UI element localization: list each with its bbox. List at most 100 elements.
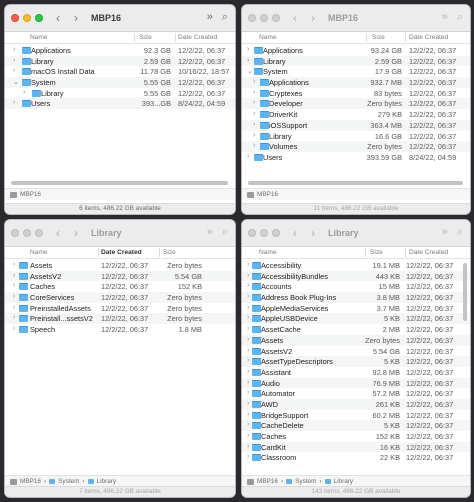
column-size-header[interactable]: Size xyxy=(139,34,152,41)
back-icon[interactable]: ‹ xyxy=(290,12,300,24)
file-row[interactable]: › AWD 261 KB 12/2/22, 06:37 xyxy=(242,398,470,410)
close-button[interactable] xyxy=(11,229,19,237)
finder-window-library-full[interactable]: ‹ › Library » ⌕ Name Size Date Created ›… xyxy=(241,219,471,498)
minimize-button[interactable] xyxy=(23,14,31,22)
disclosure-collapsed-icon[interactable]: › xyxy=(13,67,19,74)
minimize-button[interactable] xyxy=(260,229,268,237)
minimize-button[interactable] xyxy=(260,14,268,22)
disclosure-collapsed-icon[interactable]: › xyxy=(247,46,253,53)
file-row[interactable]: › Assets Zero bytes 12/2/22, 06:37 xyxy=(242,334,470,346)
disclosure-collapsed-icon[interactable]: › xyxy=(247,57,253,64)
file-row[interactable]: › CoreServices 12/2/22, 06:37 Zero bytes xyxy=(5,292,235,303)
disclosure-collapsed-icon[interactable]: › xyxy=(253,110,259,117)
file-row[interactable]: › Applications 932.7 MB 12/2/22, 06:37 xyxy=(242,77,470,88)
file-row[interactable]: › AppleMediaServices 3.7 MB 12/2/22, 06:37 xyxy=(242,303,470,314)
file-row[interactable]: › Audio 76.9 MB 12/2/22, 06:37 xyxy=(242,377,470,389)
column-size-header[interactable]: Size xyxy=(370,249,383,256)
file-row[interactable]: ⌄ System 5.55 GB 12/2/22, 06:37 xyxy=(5,77,235,88)
zoom-button[interactable] xyxy=(35,14,43,22)
file-row[interactable]: › Applications 92.3 GB 12/2/22, 06:37 xyxy=(5,45,235,56)
file-row[interactable]: › PreinstalledAssets 12/2/22, 06:37 Zero by… xyxy=(5,303,235,314)
file-row[interactable]: › Volumes Zero bytes 12/2/22, 06:37 xyxy=(242,141,470,152)
disclosure-collapsed-icon[interactable]: › xyxy=(13,46,19,53)
file-row[interactable]: › AppleUSBDevice 5 KB 12/2/22, 06:37 xyxy=(242,313,470,325)
path-item[interactable]: MBP16 xyxy=(20,478,41,485)
forward-icon[interactable]: › xyxy=(308,227,318,239)
column-name-header[interactable]: Name xyxy=(259,34,277,41)
forward-icon[interactable]: › xyxy=(308,12,318,24)
file-row[interactable]: › AssetsV2 5.54 GB 12/2/22, 06:37 xyxy=(242,346,470,357)
disclosure-collapsed-icon[interactable]: › xyxy=(253,89,259,96)
file-row[interactable]: › AssetsV2 12/2/22, 06:37 5.54 GB xyxy=(5,270,235,282)
file-row[interactable]: › Applications 93.24 GB 12/2/22, 06:37 xyxy=(242,45,470,56)
file-row[interactable]: › iOSSupport 363.4 MB 12/2/22, 06:37 xyxy=(242,119,470,131)
minimize-button[interactable] xyxy=(23,229,31,237)
path-item[interactable]: MBP16 xyxy=(257,478,278,485)
file-row[interactable]: › Users 393...GB 8/24/22, 04:59 xyxy=(5,98,235,110)
more-toolbar-icon[interactable]: » xyxy=(442,12,448,23)
horizontal-scrollbar[interactable] xyxy=(11,181,228,185)
disclosure-collapsed-icon[interactable]: › xyxy=(253,121,259,128)
more-toolbar-icon[interactable]: » xyxy=(207,12,213,23)
finder-window-system-library[interactable]: ‹ › Library » ⌕ Name Date Created Size ›… xyxy=(4,219,236,498)
column-name-header[interactable]: Name xyxy=(30,34,48,41)
file-row[interactable]: › Library 2.59 GB 12/2/22, 06:37 xyxy=(242,55,470,67)
file-row[interactable]: › macOS Install Data 11.78 GB 10/16/22, 18:… xyxy=(5,66,235,77)
search-icon[interactable]: ⌕ xyxy=(457,12,463,23)
file-row[interactable]: › Preinstall...ssetsV2 12/2/22, 06:37 Zero … xyxy=(5,313,235,325)
more-toolbar-icon[interactable]: » xyxy=(207,227,213,238)
file-row[interactable]: › Assistant 92.8 MB 12/2/22, 06:37 xyxy=(242,367,470,378)
disclosure-collapsed-icon[interactable]: › xyxy=(247,153,253,160)
file-row[interactable]: › Classroom 22 KB 12/2/22, 06:37 xyxy=(242,452,470,463)
back-icon[interactable]: ‹ xyxy=(290,227,300,239)
zoom-button[interactable] xyxy=(272,14,280,22)
more-toolbar-icon[interactable]: » xyxy=(442,227,448,238)
search-icon[interactable]: ⌕ xyxy=(222,12,228,23)
disclosure-collapsed-icon[interactable]: › xyxy=(253,99,259,106)
disclosure-collapsed-icon[interactable]: › xyxy=(23,89,29,96)
column-size-header[interactable]: Size xyxy=(163,249,176,256)
file-row[interactable]: › Speech 12/2/22, 06:37 1.8 MB xyxy=(5,324,235,335)
close-button[interactable] xyxy=(248,14,256,22)
file-row[interactable]: › Accessibility 19.1 MB 12/2/22, 06:37 xyxy=(242,260,470,271)
forward-icon[interactable]: › xyxy=(71,227,81,239)
disclosure-collapsed-icon[interactable]: › xyxy=(253,132,259,139)
file-row[interactable]: › Developer Zero bytes 12/2/22, 06:37 xyxy=(242,98,470,110)
column-size-header[interactable]: Size xyxy=(372,34,385,41)
path-item[interactable]: MBP16 xyxy=(257,191,278,198)
file-row[interactable]: › AssetCache 2 MB 12/2/22, 06:37 xyxy=(242,324,470,335)
file-row[interactable]: › Caches 12/2/22, 06:37 152 KB xyxy=(5,281,235,292)
zoom-button[interactable] xyxy=(272,229,280,237)
file-row[interactable]: › Accounts 15 MB 12/2/22, 06:37 xyxy=(242,281,470,292)
horizontal-scrollbar[interactable] xyxy=(248,181,463,185)
back-icon[interactable]: ‹ xyxy=(53,12,63,24)
column-name-header[interactable]: Name xyxy=(259,249,277,256)
zoom-button[interactable] xyxy=(35,229,43,237)
file-row[interactable]: › Library 5.55 GB 12/2/22, 06:37 xyxy=(5,88,235,99)
path-item[interactable]: System xyxy=(58,478,79,485)
file-row[interactable]: › DriverKit 279 KB 12/2/22, 06:37 xyxy=(242,109,470,120)
vertical-scrollbar[interactable] xyxy=(463,263,467,321)
file-row[interactable]: › Library 16.6 GB 12/2/22, 06:37 xyxy=(242,131,470,142)
search-icon[interactable]: ⌕ xyxy=(457,227,463,238)
column-date-header[interactable]: Date Created xyxy=(101,249,142,256)
close-button[interactable] xyxy=(248,229,256,237)
finder-window-mbp16-expanded[interactable]: ‹ › MBP16 » ⌕ Name Size Date Created › Ap… xyxy=(241,4,471,215)
file-row[interactable]: › Caches 152 KB 12/2/22, 06:37 xyxy=(242,431,470,442)
path-item[interactable]: MBP16 xyxy=(20,191,41,198)
file-row[interactable]: ⌄ System 17.9 GB 12/2/22, 06:37 xyxy=(242,66,470,77)
path-item[interactable]: Library xyxy=(97,478,117,485)
disclosure-collapsed-icon[interactable]: › xyxy=(13,57,19,64)
path-item[interactable]: Library xyxy=(334,478,354,485)
disclosure-expanded-icon[interactable]: ⌄ xyxy=(247,67,253,75)
disclosure-expanded-icon[interactable]: ⌄ xyxy=(13,78,19,86)
column-name-header[interactable]: Name xyxy=(30,249,48,256)
finder-window-mbp16-collapsed[interactable]: ‹ › MBP16 » ⌕ Name Size Date Created › Ap… xyxy=(4,4,236,215)
file-row[interactable]: › AssetTypeDescriptors 5 KB 12/2/22, 06:37 xyxy=(242,356,470,367)
column-date-header[interactable]: Date Created xyxy=(409,249,448,256)
file-row[interactable]: › Library 2.59 GB 12/2/22, 06:37 xyxy=(5,55,235,67)
column-date-header[interactable]: Date Created xyxy=(178,34,217,41)
disclosure-collapsed-icon[interactable]: › xyxy=(253,142,259,149)
file-row[interactable]: › Users 393.59 GB 8/24/22, 04:59 xyxy=(242,152,470,163)
path-item[interactable]: System xyxy=(295,478,316,485)
